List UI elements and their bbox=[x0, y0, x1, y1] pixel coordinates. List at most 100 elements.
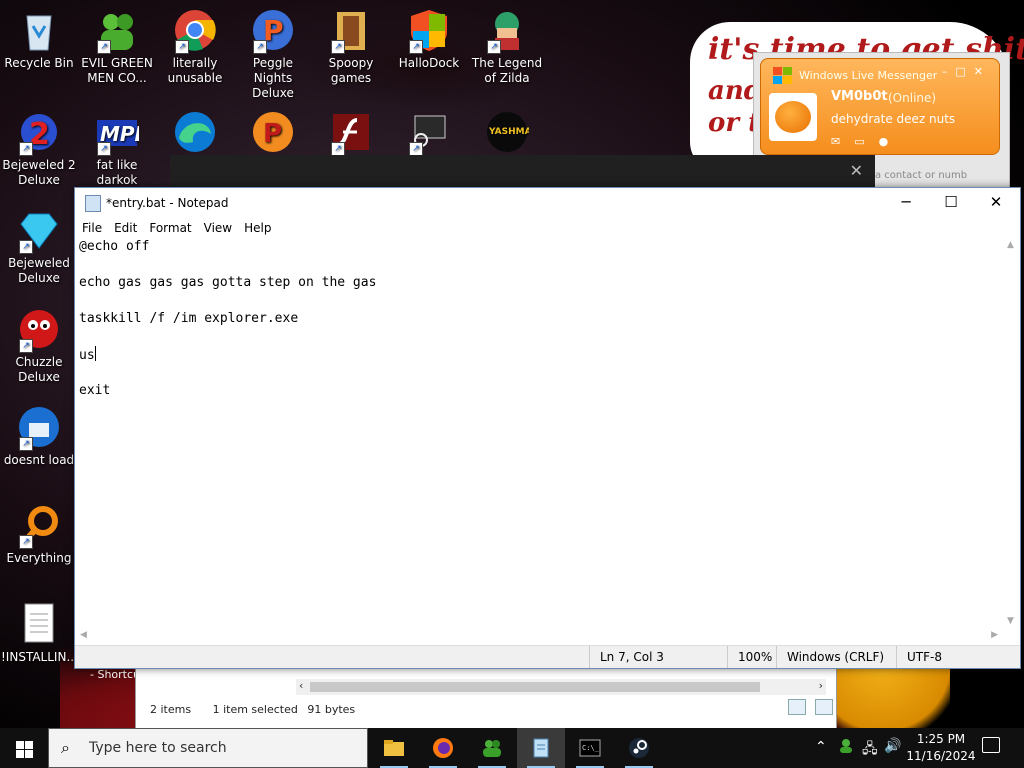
notepad-icon bbox=[85, 195, 101, 212]
start-button[interactable] bbox=[0, 728, 48, 768]
notepad-icon bbox=[533, 738, 549, 758]
steam-icon bbox=[629, 738, 649, 758]
desktop-icon-fat-like-darkok[interactable]: MPL ↗ fat like darkok bbox=[79, 110, 155, 188]
scroll-right-icon[interactable]: › bbox=[819, 679, 823, 692]
icon-label: fat like darkok bbox=[96, 158, 138, 187]
notifications-icon[interactable] bbox=[982, 737, 1000, 753]
windows-logo-icon bbox=[16, 741, 24, 749]
desktop-icon-edge[interactable] bbox=[157, 110, 233, 158]
taskbar-search-box[interactable]: ⌕ Type here to search bbox=[48, 728, 368, 768]
desktop-icon-yashma[interactable]: YASHMA bbox=[469, 110, 545, 158]
desktop-icon-doesnt-load[interactable]: ↗ doesnt load bbox=[1, 405, 77, 468]
icon-label: Spoopy games bbox=[328, 56, 374, 85]
notepad-window[interactable]: *entry.bat - Notepad ─ ☐ ✕ File Edit Forma… bbox=[74, 187, 1021, 669]
desktop-icon-spoopy-games[interactable]: ↗ Spoopy games bbox=[313, 8, 389, 86]
svg-text:C:\_: C:\_ bbox=[582, 744, 600, 752]
mail-icon[interactable]: ✉ bbox=[831, 135, 840, 148]
close-button[interactable]: ✕ bbox=[973, 188, 1019, 218]
scroll-thumb[interactable] bbox=[310, 682, 760, 692]
menu-edit[interactable]: Edit bbox=[107, 218, 142, 237]
green-men-icon: ↗ bbox=[95, 8, 139, 54]
desktop-icon-peggle[interactable]: P bbox=[235, 110, 311, 158]
text-line: taskkill /f /im explorer.exe bbox=[79, 311, 299, 326]
scroll-right-icon[interactable]: ▶ bbox=[991, 630, 998, 640]
messenger-window-controls[interactable]: –□✕ bbox=[942, 65, 991, 78]
file-explorer-window[interactable]: ‹ › 2 items 1 item selected 91 bytes bbox=[135, 660, 837, 730]
desktop-icon-peggle-nights[interactable]: P ↗ Peggle Nights Deluxe bbox=[235, 8, 311, 101]
icon-label: Chuzzle Deluxe bbox=[15, 355, 63, 384]
menu-format[interactable]: Format bbox=[142, 218, 196, 237]
scroll-down-icon[interactable]: ▼ bbox=[1007, 616, 1014, 626]
clock-date: 11/16/2024 bbox=[906, 749, 976, 763]
system-clock[interactable]: 1:25 PM 11/16/2024 bbox=[906, 731, 976, 765]
icon-label: literally unusable bbox=[167, 56, 223, 85]
chuzzle-icon: ↗ bbox=[17, 307, 61, 353]
desktop-icon-chrome[interactable]: ↗ literally unusable bbox=[157, 8, 233, 86]
menu-help[interactable]: Help bbox=[237, 218, 276, 237]
desktop-icon-everything[interactable]: ↗ Everything bbox=[1, 503, 77, 566]
close-icon[interactable]: ✕ bbox=[850, 161, 863, 180]
edge-icon bbox=[173, 110, 217, 154]
desktop-icon-bejeweled-2[interactable]: 2 ↗ Bejeweled 2 Deluxe bbox=[1, 110, 77, 188]
desktop-icon-legend-of-zilda[interactable]: ↗ The Legend of Zilda bbox=[469, 8, 545, 86]
desktop-icon-chuzzle-deluxe[interactable]: ↗ Chuzzle Deluxe bbox=[1, 307, 77, 385]
windows-logo-pane bbox=[25, 750, 33, 758]
taskbar-messenger[interactable] bbox=[468, 728, 516, 768]
tray-chevron-icon[interactable]: ⌃ bbox=[815, 739, 827, 755]
folder-icon: ↗ bbox=[329, 8, 373, 54]
notepad-titlebar[interactable]: *entry.bat - Notepad ─ ☐ ✕ bbox=[75, 188, 1020, 218]
view-switcher[interactable] bbox=[784, 699, 834, 719]
folder-icon[interactable]: ▭ bbox=[854, 135, 864, 148]
text-line-current: us bbox=[79, 346, 96, 363]
search-placeholder: Type here to search bbox=[89, 740, 227, 756]
messenger-status[interactable]: (Online) bbox=[888, 91, 936, 105]
dark-dialog-window[interactable]: ✕ bbox=[170, 155, 875, 190]
taskbar-command-prompt[interactable]: C:\_ bbox=[566, 728, 614, 768]
desktop-icon-evil-green-men[interactable]: ↗ EVIL GREEN MEN CO... bbox=[79, 8, 155, 86]
icon-label: !INSTALLIN... bbox=[1, 650, 78, 664]
volume-icon[interactable]: 🔊 bbox=[884, 738, 901, 754]
text-line: exit bbox=[79, 383, 111, 398]
tray-messenger-icon[interactable] bbox=[838, 738, 854, 754]
scroll-up-icon[interactable]: ▲ bbox=[1007, 240, 1014, 250]
icon-label: Everything bbox=[6, 551, 72, 565]
messenger-personal-message[interactable]: dehydrate deez nuts bbox=[831, 112, 955, 126]
desktop-icon-recycle-bin[interactable]: Recycle Bin bbox=[1, 8, 77, 71]
folder-icon bbox=[384, 740, 404, 756]
thunderbird-icon: ↗ bbox=[17, 405, 61, 451]
network-icon[interactable]: 🖧 bbox=[862, 738, 878, 762]
icon-label: Bejeweled 2 Deluxe bbox=[2, 158, 76, 187]
messenger-notification[interactable]: Windows Live Messenger –□✕ VM0b0t (Onlin… bbox=[760, 58, 1000, 155]
status-bar: Ln 7, Col 3 100% Windows (CRLF) UTF-8 bbox=[75, 645, 1020, 668]
svg-text:P: P bbox=[263, 119, 282, 149]
menu-file[interactable]: File bbox=[75, 218, 107, 237]
details-view-icon[interactable] bbox=[788, 699, 806, 715]
peggle-icon: P ↗ bbox=[251, 8, 295, 54]
icon-label: HalloDock bbox=[398, 56, 460, 70]
taskbar-notepad[interactable] bbox=[517, 728, 565, 768]
chrome-icon: ↗ bbox=[173, 8, 217, 54]
desktop-icon-bejeweled-deluxe[interactable]: ↗ Bejeweled Deluxe bbox=[1, 208, 77, 286]
desktop-icon-flash[interactable]: ↗ bbox=[313, 110, 389, 158]
icon-label: EVIL GREEN MEN CO... bbox=[81, 56, 153, 85]
flash-icon: ↗ bbox=[329, 110, 373, 156]
explorer-horizontal-scrollbar[interactable]: ‹ › bbox=[296, 679, 826, 695]
messenger-toolbar[interactable]: ✉ ▭ ● bbox=[831, 135, 888, 148]
taskbar-firefox[interactable] bbox=[419, 728, 467, 768]
minimize-button[interactable]: ─ bbox=[883, 188, 929, 218]
vertical-scrollbar[interactable]: ▲ ▼ bbox=[1003, 238, 1020, 628]
bejeweled-diamond-icon: ↗ bbox=[17, 208, 61, 254]
globe-icon[interactable]: ● bbox=[879, 135, 889, 148]
maximize-button[interactable]: ☐ bbox=[928, 188, 974, 218]
text-editor[interactable]: @echo off echo gas gas gas gotta step on… bbox=[79, 238, 1004, 626]
large-icons-view-icon[interactable] bbox=[815, 699, 834, 715]
scroll-left-icon[interactable]: ◀ bbox=[80, 630, 87, 640]
desktop-icon-hallodock[interactable]: ↗ HalloDock bbox=[391, 8, 467, 71]
horizontal-scrollbar[interactable]: ◀ ▶ bbox=[75, 628, 1003, 645]
desktop-icon-admin-tool[interactable]: ↗ bbox=[391, 110, 467, 158]
desktop-icon-installing[interactable]: !INSTALLIN... bbox=[1, 602, 78, 665]
taskbar-file-explorer[interactable] bbox=[370, 728, 418, 768]
scroll-left-icon[interactable]: ‹ bbox=[299, 679, 303, 692]
taskbar-steam[interactable] bbox=[615, 728, 663, 768]
menu-view[interactable]: View bbox=[197, 218, 237, 237]
